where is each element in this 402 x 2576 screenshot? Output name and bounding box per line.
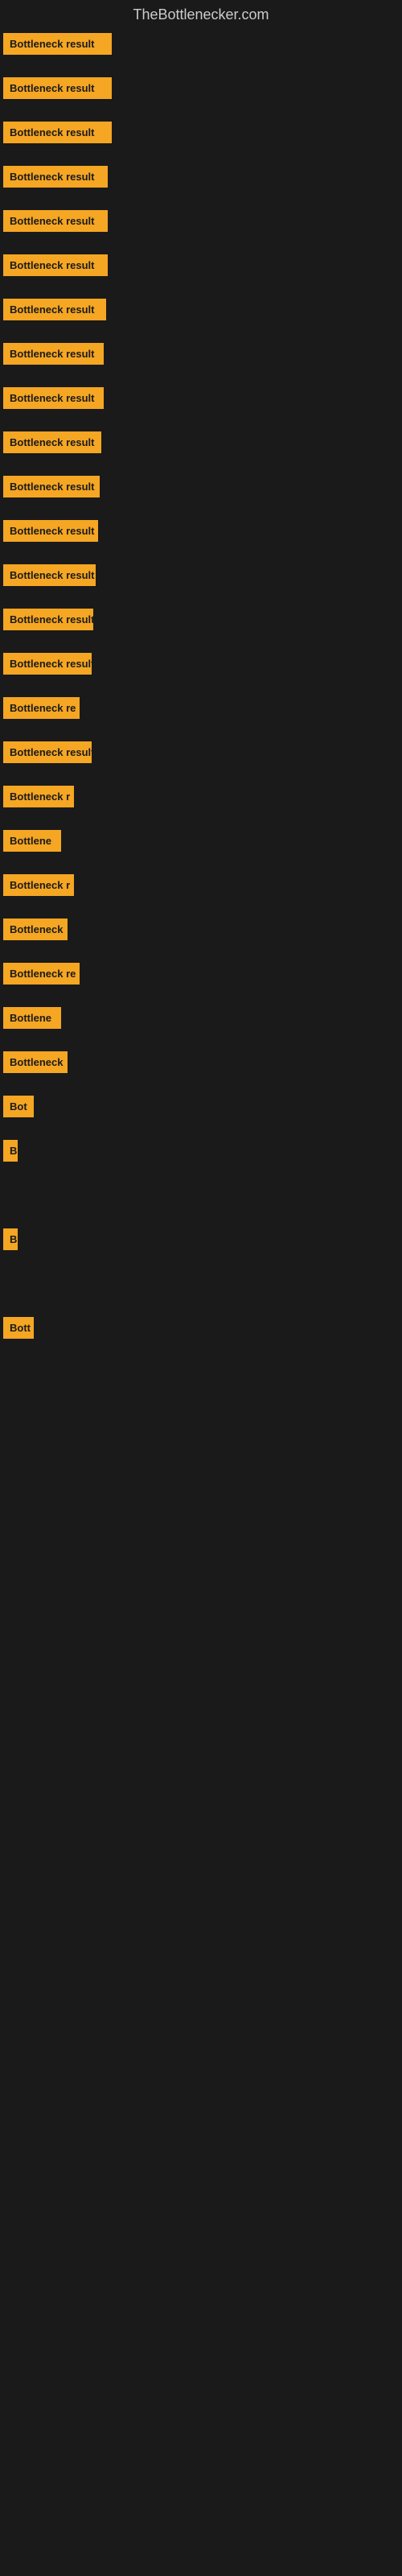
bottleneck-result-badge[interactable]: Bottleneck result xyxy=(3,741,92,763)
bottleneck-result-badge[interactable]: Bottleneck result xyxy=(3,77,112,99)
bottleneck-result-badge[interactable]: B xyxy=(3,1228,18,1250)
list-item xyxy=(0,1358,402,1402)
list-item: Bottleneck xyxy=(0,915,402,960)
list-item: Bot xyxy=(0,1092,402,1137)
bottleneck-result-badge[interactable]: Bottleneck result xyxy=(3,343,104,365)
bottleneck-result-badge[interactable]: Bottlene xyxy=(3,1007,61,1029)
list-item xyxy=(0,1402,402,1447)
bottleneck-result-badge[interactable]: Bottleneck result xyxy=(3,254,108,276)
bottleneck-result-badge[interactable]: Bottleneck result xyxy=(3,520,98,542)
bottleneck-result-badge[interactable]: Bottleneck result xyxy=(3,33,112,55)
list-item xyxy=(0,1579,402,1624)
list-item: Bottlene xyxy=(0,1004,402,1048)
list-item: Bottleneck result xyxy=(0,384,402,428)
list-item: Bottleneck result xyxy=(0,251,402,295)
list-item xyxy=(0,1535,402,1579)
list-item: Bottleneck result xyxy=(0,30,402,74)
list-item: Bottleneck result xyxy=(0,295,402,340)
list-item xyxy=(0,1447,402,1491)
list-item: Bottleneck result xyxy=(0,74,402,118)
bottleneck-result-badge[interactable]: Bottleneck result xyxy=(3,122,112,143)
list-item xyxy=(0,1181,402,1225)
list-item: Bottleneck r xyxy=(0,871,402,915)
bottleneck-result-badge[interactable]: Bottleneck result xyxy=(3,210,108,232)
list-item: Bottleneck result xyxy=(0,517,402,561)
list-item: Bottleneck result xyxy=(0,650,402,694)
bottleneck-result-badge[interactable]: Bottleneck result xyxy=(3,653,92,675)
bottleneck-result-badge[interactable]: Bottleneck result xyxy=(3,564,96,586)
list-item: Bottleneck result xyxy=(0,738,402,782)
bottleneck-result-badge[interactable]: Bottleneck result xyxy=(3,476,100,497)
bottleneck-result-badge[interactable]: Bot xyxy=(3,1096,34,1117)
list-item: Bottleneck result xyxy=(0,561,402,605)
bottleneck-result-badge[interactable]: Bottleneck r xyxy=(3,786,74,807)
site-title: TheBottlenecker.com xyxy=(0,0,402,30)
bottleneck-result-badge[interactable]: Bottleneck result xyxy=(3,299,106,320)
list-item: Bottleneck r xyxy=(0,782,402,827)
bottleneck-result-badge[interactable]: B xyxy=(3,1140,18,1162)
bottleneck-result-badge[interactable]: Bott xyxy=(3,1317,34,1339)
list-item: Bottleneck result xyxy=(0,118,402,163)
list-item: Bottlene xyxy=(0,827,402,871)
list-item: Bottleneck result xyxy=(0,163,402,207)
bottleneck-result-badge[interactable]: Bottleneck re xyxy=(3,697,80,719)
bottleneck-result-badge[interactable]: Bottleneck result xyxy=(3,431,101,453)
list-item: Bottleneck result xyxy=(0,605,402,650)
bottleneck-result-badge[interactable]: Bottleneck result xyxy=(3,387,104,409)
list-item xyxy=(0,1269,402,1314)
list-item: B xyxy=(0,1225,402,1269)
bottleneck-result-badge[interactable]: Bottlene xyxy=(3,830,61,852)
list-item: Bottleneck result xyxy=(0,473,402,517)
list-item xyxy=(0,1491,402,1535)
list-item: Bottleneck result xyxy=(0,428,402,473)
bottleneck-result-badge[interactable]: Bottleneck result xyxy=(3,609,93,630)
bottleneck-result-badge[interactable]: Bottleneck xyxy=(3,1051,68,1073)
list-item: B xyxy=(0,1137,402,1181)
list-item: Bottleneck re xyxy=(0,694,402,738)
bottleneck-result-badge[interactable]: Bottleneck result xyxy=(3,166,108,188)
list-item: Bottleneck result xyxy=(0,340,402,384)
list-item: Bott xyxy=(0,1314,402,1358)
bottleneck-result-badge[interactable]: Bottleneck xyxy=(3,919,68,940)
list-item: Bottleneck result xyxy=(0,207,402,251)
list-item: Bottleneck re xyxy=(0,960,402,1004)
bottleneck-result-badge[interactable]: Bottleneck r xyxy=(3,874,74,896)
list-item: Bottleneck xyxy=(0,1048,402,1092)
bottleneck-result-badge[interactable]: Bottleneck re xyxy=(3,963,80,985)
